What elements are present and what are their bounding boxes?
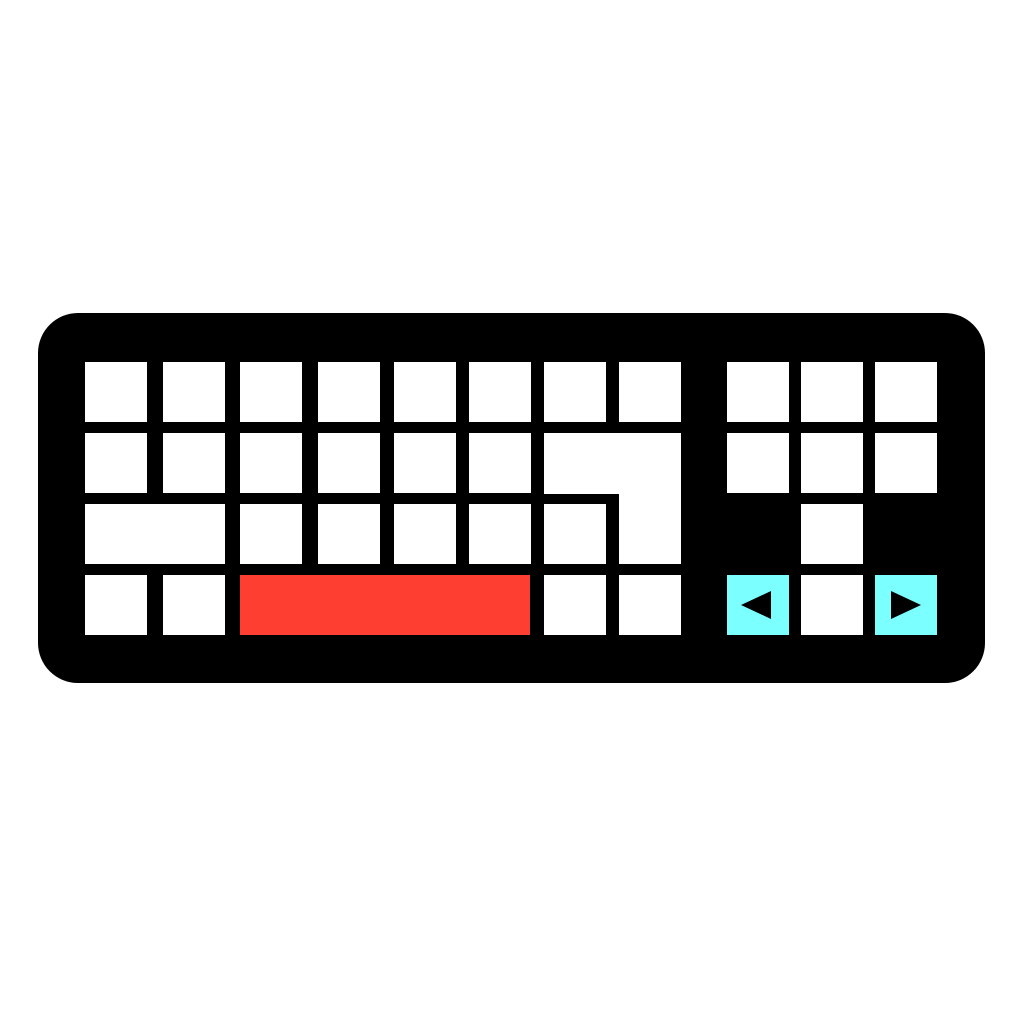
spacebar[interactable]: [240, 575, 530, 635]
key[interactable]: [469, 433, 531, 493]
keyboard: [38, 313, 985, 683]
key[interactable]: [240, 504, 302, 564]
key[interactable]: [875, 362, 937, 422]
up-key[interactable]: [801, 504, 863, 564]
key[interactable]: [240, 433, 302, 493]
key[interactable]: [240, 362, 302, 422]
key[interactable]: [85, 575, 147, 635]
key[interactable]: [318, 504, 380, 564]
key[interactable]: [875, 433, 937, 493]
key[interactable]: [163, 433, 225, 493]
key[interactable]: [469, 504, 531, 564]
key[interactable]: [801, 362, 863, 422]
keyboard-illustration: [0, 0, 1024, 1024]
key[interactable]: [394, 433, 456, 493]
key[interactable]: [469, 362, 531, 422]
key[interactable]: [85, 433, 147, 493]
key[interactable]: [544, 362, 606, 422]
key[interactable]: [801, 433, 863, 493]
wide-key[interactable]: [85, 504, 225, 564]
key[interactable]: [544, 504, 606, 564]
key[interactable]: [619, 362, 681, 422]
key[interactable]: [318, 362, 380, 422]
key[interactable]: [394, 504, 456, 564]
key[interactable]: [394, 362, 456, 422]
key[interactable]: [544, 575, 606, 635]
key[interactable]: [163, 575, 225, 635]
key[interactable]: [727, 362, 789, 422]
key[interactable]: [85, 362, 147, 422]
down-key[interactable]: [801, 575, 863, 635]
key[interactable]: [318, 433, 380, 493]
key[interactable]: [727, 433, 789, 493]
key[interactable]: [619, 575, 681, 635]
key[interactable]: [163, 362, 225, 422]
